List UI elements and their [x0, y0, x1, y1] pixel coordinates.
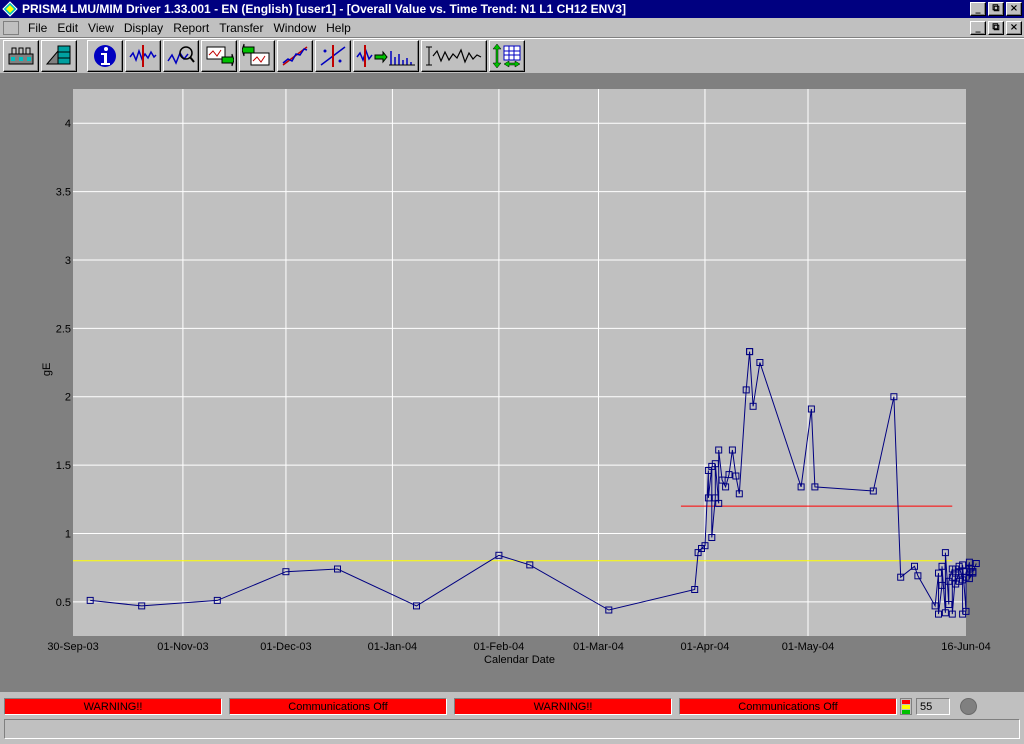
database-icon [8, 47, 34, 65]
close-icon: × [1009, 3, 1019, 14]
trend-chart: 30-Sep-03 01-Nov-03 01-Dec-03 01-Jan-04 01-F… [0, 75, 1024, 690]
y-tick-label: 1 [65, 528, 71, 540]
menu-help[interactable]: Help [321, 21, 356, 35]
transfer-right-button[interactable] [201, 40, 237, 72]
transfer-left-icon [242, 43, 270, 66]
minimize-icon: _ [975, 3, 981, 14]
trend-fit-button[interactable] [277, 40, 313, 72]
time-waveform-icon [426, 46, 482, 66]
info-icon [94, 45, 116, 67]
window-title: PRISM4 LMU/MIM Driver 1.33.001 - EN (Eng… [22, 2, 626, 16]
title-bar: PRISM4 LMU/MIM Driver 1.33.001 - EN (Eng… [0, 0, 1024, 18]
prism-app-icon [2, 1, 18, 17]
close-icon: × [1009, 21, 1019, 33]
document-window-icon[interactable] [3, 20, 19, 35]
menu-window[interactable]: Window [268, 21, 321, 35]
warning-status-2: WARNING!! [454, 698, 672, 715]
machine-setup-icon [45, 45, 71, 65]
menu-report[interactable]: Report [168, 21, 214, 35]
x-tick-label: 16-Jun-04 [941, 641, 991, 653]
trend-cursor-icon [320, 45, 346, 67]
minimize-icon: _ [975, 21, 981, 33]
minimize-button[interactable]: _ [970, 2, 986, 16]
menu-display[interactable]: Display [119, 21, 168, 35]
y-tick-label: 2 [65, 392, 71, 404]
y-axis-label: gE [41, 363, 53, 376]
application-window: PRISM4 LMU/MIM Driver 1.33.001 - EN (Eng… [0, 0, 1024, 744]
menu-view[interactable]: View [83, 21, 119, 35]
menu-bar: File Edit View Display Report Transfer W… [0, 18, 1024, 38]
restore-icon: ⧉ [992, 3, 1000, 14]
time-waveform-button[interactable] [421, 40, 487, 72]
machine-setup-button[interactable] [41, 40, 77, 72]
menu-edit[interactable]: Edit [52, 21, 83, 35]
restore-button[interactable]: ⧉ [988, 2, 1004, 16]
x-tick-label: 01-May-04 [782, 641, 835, 653]
close-button[interactable]: × [1006, 2, 1022, 16]
connection-indicator-icon [960, 698, 977, 715]
alarm-led-indicator [900, 698, 912, 715]
y-tick-label: 0.5 [56, 597, 71, 609]
table-view-icon [492, 43, 521, 69]
database-button[interactable] [3, 40, 39, 72]
y-tick-label: 1.5 [56, 460, 71, 472]
spectrum-icon [356, 45, 415, 67]
warning-status-1: WARNING!! [4, 698, 222, 715]
status-bar: WARNING!! Communications Off WARNING!! C… [0, 692, 1024, 744]
x-tick-label: 01-Jan-04 [368, 641, 418, 653]
info-button[interactable] [87, 40, 123, 72]
trend-chart-svg: 30-Sep-03 01-Nov-03 01-Dec-03 01-Jan-04 01-F… [41, 89, 991, 666]
toolbar [0, 38, 1024, 74]
x-tick-label: 01-Feb-04 [474, 641, 525, 653]
table-view-button[interactable] [489, 40, 525, 72]
waveform-cursor-button[interactable] [125, 40, 161, 72]
x-tick-label: 01-Mar-04 [573, 641, 624, 653]
counter-readout: 55 [916, 698, 950, 715]
spectrum-button[interactable] [353, 40, 419, 72]
waveform-cursor-icon [129, 45, 157, 67]
menu-transfer[interactable]: Transfer [214, 21, 268, 35]
y-tick-label: 3 [65, 255, 71, 267]
communications-status-1: Communications Off [229, 698, 447, 715]
x-tick-label: 01-Nov-03 [157, 641, 208, 653]
y-tick-label: 4 [65, 118, 71, 130]
communications-status-2: Communications Off [679, 698, 897, 715]
menu-file[interactable]: File [23, 21, 52, 35]
transfer-right-icon [206, 46, 234, 67]
child-restore-button[interactable]: ⧉ [988, 20, 1004, 35]
x-tick-label: 01-Apr-04 [681, 641, 730, 653]
child-minimize-button[interactable]: _ [970, 20, 986, 35]
restore-icon: ⧉ [992, 21, 1000, 33]
child-close-button[interactable]: × [1006, 20, 1022, 35]
plot-background [73, 89, 966, 636]
trend-fit-icon [282, 46, 308, 66]
waveform-zoom-button[interactable] [163, 40, 199, 72]
transfer-left-button[interactable] [239, 40, 275, 72]
y-tick-label: 2.5 [56, 323, 71, 335]
message-panel [4, 719, 1020, 739]
trend-cursor-button[interactable] [315, 40, 351, 72]
x-tick-label: 30-Sep-03 [47, 641, 98, 653]
x-tick-label: 01-Dec-03 [260, 641, 311, 653]
waveform-zoom-icon [167, 46, 195, 65]
y-tick-label: 3.5 [56, 187, 71, 199]
x-axis-label: Calendar Date [484, 654, 555, 666]
